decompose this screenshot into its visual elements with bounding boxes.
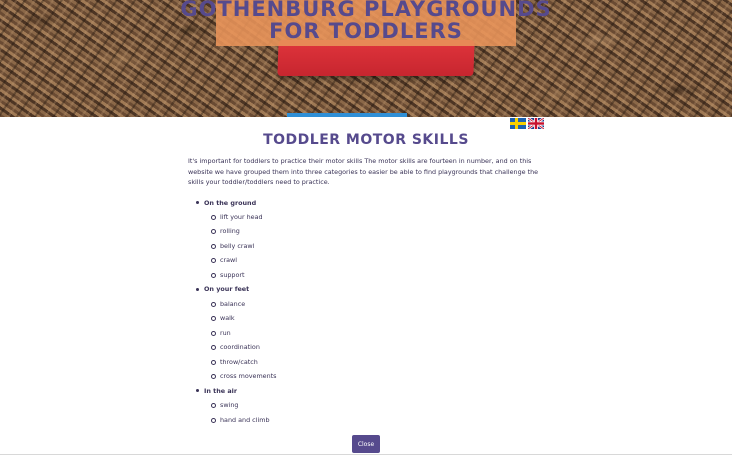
group-label: In the air: [204, 386, 237, 395]
motor-skills-content: Toddler Motor Skills It's important for …: [188, 130, 544, 427]
language-switcher: [510, 118, 544, 129]
section-title: Toddler Motor Skills: [263, 132, 469, 148]
skill-list: swing hand and climb: [204, 398, 544, 427]
hero-image: Gothenburg Playgrounds for Toddlers: [0, 0, 732, 117]
skill-item: hand and climb: [204, 413, 544, 428]
skill-item: cross movements: [204, 369, 544, 384]
skill-item: balance: [204, 297, 544, 312]
uk-flag-icon[interactable]: [528, 118, 544, 129]
site-title-line2: for Toddlers: [269, 19, 463, 43]
sweden-flag-icon[interactable]: [510, 118, 526, 129]
skill-item: support: [204, 268, 544, 283]
skill-item: run: [204, 326, 544, 341]
group-on-your-feet: On your feet balance walk run coordinati…: [188, 282, 544, 383]
skill-list: balance walk run coordination throw/catc…: [204, 297, 544, 384]
skill-item: crawl: [204, 253, 544, 268]
hero-title-plate: Gothenburg Playgrounds for Toddlers: [180, 0, 551, 46]
skill-item: rolling: [204, 224, 544, 239]
close-button[interactable]: Close: [352, 435, 380, 453]
skill-list: lift your head rolling belly crawl crawl…: [204, 210, 544, 283]
skill-item: coordination: [204, 340, 544, 355]
skill-item: walk: [204, 311, 544, 326]
group-label: On your feet: [204, 285, 250, 294]
intro-paragraph: It's important for toddlers to practice …: [188, 157, 539, 186]
site-title: Gothenburg Playgrounds for Toddlers: [180, 0, 551, 43]
group-in-the-air: In the air swing hand and climb: [188, 384, 544, 427]
skill-item: lift your head: [204, 210, 544, 225]
group-label: On the ground: [204, 198, 257, 207]
skill-item: swing: [204, 398, 544, 413]
skill-item: throw/catch: [204, 355, 544, 370]
blue-accent-strip: [287, 113, 407, 117]
skill-item: belly crawl: [204, 239, 544, 254]
skill-groups: On the ground lift your head rolling bel…: [188, 196, 544, 428]
site-title-line1: Gothenburg Playgrounds: [180, 0, 552, 21]
group-on-the-ground: On the ground lift your head rolling bel…: [188, 196, 544, 283]
